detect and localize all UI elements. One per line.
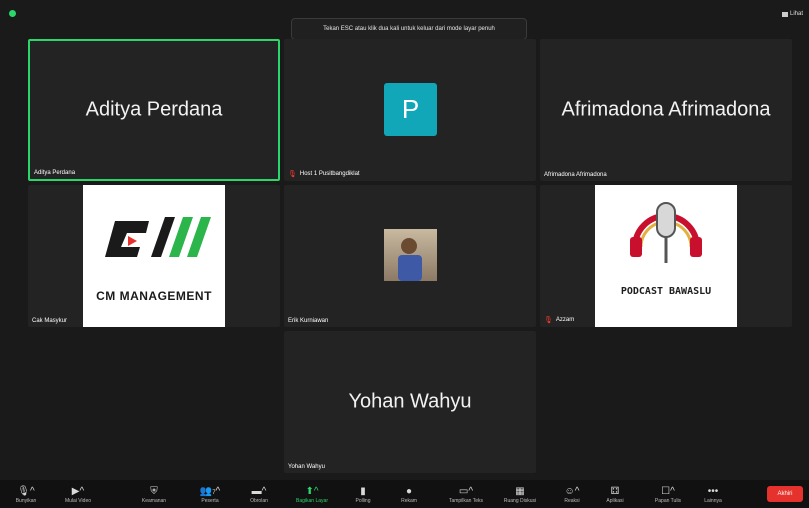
whiteboard-button[interactable]: ☐^ Papan Tulis xyxy=(646,480,690,508)
participants-button[interactable]: 👥7^ Peserta xyxy=(192,480,228,508)
view-button[interactable]: Lihat xyxy=(781,11,803,17)
banner-text: Tekan ESC atau klik dua kali untuk kelua… xyxy=(323,26,495,32)
participant-label-text: Yohan Wahyu xyxy=(288,464,325,470)
podcast-logo-text: PODCAST BAWASLU xyxy=(620,286,712,297)
microphone-muted-icon: 🎙^ xyxy=(17,485,35,497)
participant-name-display: Afrimadona Afrimadona xyxy=(561,98,771,121)
captions-button[interactable]: ▭^ Tampilkan Teks xyxy=(442,480,490,508)
toolbar-label: Keamanan xyxy=(141,497,167,504)
participant-label-text: Aditya Perdana xyxy=(34,170,76,176)
toolbar-label: Obrolan xyxy=(250,497,268,504)
whiteboard-icon: ☐^ xyxy=(661,485,675,497)
chat-icon: ▬^ xyxy=(251,485,267,497)
participant-tile-host[interactable]: P 🎙 Host 1 Pusitbangdiklat xyxy=(284,39,536,181)
share-screen-icon: ⬆^ xyxy=(305,485,319,497)
participant-tile-erik[interactable]: Erik Kurniawan xyxy=(284,185,536,327)
participant-tile-aditya[interactable]: Aditya Perdana Aditya Perdana xyxy=(28,39,280,181)
participant-photo xyxy=(384,229,437,281)
share-screen-button[interactable]: ⬆^ Bagikan Layar xyxy=(288,480,336,508)
view-label: Lihat xyxy=(789,11,803,17)
mic-muted-icon: 🎙 xyxy=(544,317,553,324)
participant-avatar: P xyxy=(384,83,437,136)
toolbar-label: Bagikan Layar xyxy=(296,497,328,504)
fullscreen-exit-banner: Tekan ESC atau klik dua kali untuk kelua… xyxy=(291,18,527,40)
participant-label: Aditya Perdana xyxy=(34,170,75,176)
grid-view-icon xyxy=(781,11,788,17)
toolbar-label: Tampilkan Teks xyxy=(448,497,484,504)
reaction-icon: ☺^ xyxy=(564,485,580,497)
meeting-toolbar: 🎙^ Bunyikan ▶^ Mulai Video ⛨ Keamanan 👥7… xyxy=(0,480,809,508)
participant-label: Yohan Wahyu xyxy=(288,464,325,470)
apps-icon: ⚃ xyxy=(610,485,620,497)
toolbar-label: Lainnya xyxy=(704,497,722,504)
participant-label-text: Host 1 Pusitbangdiklat xyxy=(299,171,360,177)
podcast-bawaslu-logo: PODCAST BAWASLU xyxy=(595,185,737,327)
person-photo-graphic xyxy=(398,238,422,281)
participant-tile-cak[interactable]: CM MANAGEMENT Cak Masykur xyxy=(28,185,280,327)
participants-icon: 👥7^ xyxy=(199,485,221,497)
participant-label-text: Erik Kurniawan xyxy=(288,318,329,324)
record-button[interactable]: ● Rekam xyxy=(394,480,424,508)
apps-button[interactable]: ⚃ Aplikasi xyxy=(598,480,632,508)
toolbar-label: Peserta xyxy=(201,497,219,504)
toolbar-label: Bunyikan xyxy=(15,497,37,504)
cm-logo-text: CM MANAGEMENT xyxy=(96,289,212,303)
participant-tile-afrimadona[interactable]: Afrimadona Afrimadona Afrimadona Afrimad… xyxy=(540,39,792,181)
participant-tile-yohan[interactable]: Yohan Wahyu Yohan Wahyu xyxy=(284,331,536,473)
meeting-stage: Tekan ESC atau klik dua kali untuk kelua… xyxy=(0,0,809,480)
poll-icon: ▮ xyxy=(360,485,366,497)
participant-label: Afrimadona Afrimadona xyxy=(544,172,607,178)
cm-management-logo: CM MANAGEMENT xyxy=(83,185,225,327)
participant-tile-azzam[interactable]: PODCAST BAWASLU 🎙 Azzam xyxy=(540,185,792,327)
video-off-icon: ▶^ xyxy=(71,485,85,497)
toolbar-label: Reaksi xyxy=(564,497,580,504)
participant-name-display: Aditya Perdana xyxy=(85,98,223,121)
participant-label-text: Afrimadona Afrimadona xyxy=(544,172,607,178)
cm-logo-graphic xyxy=(105,217,211,257)
participant-label: 🎙 Host 1 Pusitbangdiklat xyxy=(288,170,360,178)
toolbar-label: Mulai Video xyxy=(64,497,92,504)
participant-label-text: Cak Masykur xyxy=(32,318,68,324)
reaction-button[interactable]: ☺^ Reaksi xyxy=(554,480,590,508)
toolbar-label: Papan Tulis xyxy=(654,497,682,504)
breakout-rooms-icon: ▦ xyxy=(515,485,525,497)
participant-label: Erik Kurniawan xyxy=(288,318,328,324)
more-button[interactable]: ••• Lainnya xyxy=(698,480,728,508)
participant-label-text: Azzam xyxy=(555,317,575,323)
end-label: Akhiri xyxy=(777,491,793,497)
participant-count: 7 xyxy=(212,489,216,496)
record-icon: ● xyxy=(405,485,413,497)
podcast-mic-graphic xyxy=(630,202,702,263)
polling-button[interactable]: ▮ Polling xyxy=(348,480,378,508)
participant-name-display: Yohan Wahyu xyxy=(348,390,472,413)
start-video-button[interactable]: ▶^ Mulai Video xyxy=(56,480,100,508)
participant-label: Cak Masykur xyxy=(32,318,67,324)
participant-label: 🎙 Azzam xyxy=(544,316,574,324)
shield-icon: ⛨ xyxy=(150,485,158,497)
avatar-initial: P xyxy=(401,94,420,124)
breakout-rooms-button[interactable]: ▦ Ruang Diskusi xyxy=(496,480,544,508)
end-meeting-button[interactable]: Akhiri xyxy=(767,486,803,502)
toolbar-label: Polling xyxy=(355,497,371,504)
mic-muted-icon: 🎙 xyxy=(288,171,297,178)
toolbar-label: Ruang Diskusi xyxy=(503,497,537,504)
security-button[interactable]: ⛨ Keamanan xyxy=(136,480,172,508)
encryption-shield-icon[interactable] xyxy=(9,10,16,17)
unmute-button[interactable]: 🎙^ Bunyikan xyxy=(8,480,44,508)
toolbar-label: Aplikasi xyxy=(606,497,624,504)
captions-icon: ▭^ xyxy=(458,485,474,497)
toolbar-label: Rekam xyxy=(401,497,417,504)
more-icon: ••• xyxy=(707,485,719,497)
chat-button[interactable]: ▬^ Obrolan xyxy=(242,480,276,508)
